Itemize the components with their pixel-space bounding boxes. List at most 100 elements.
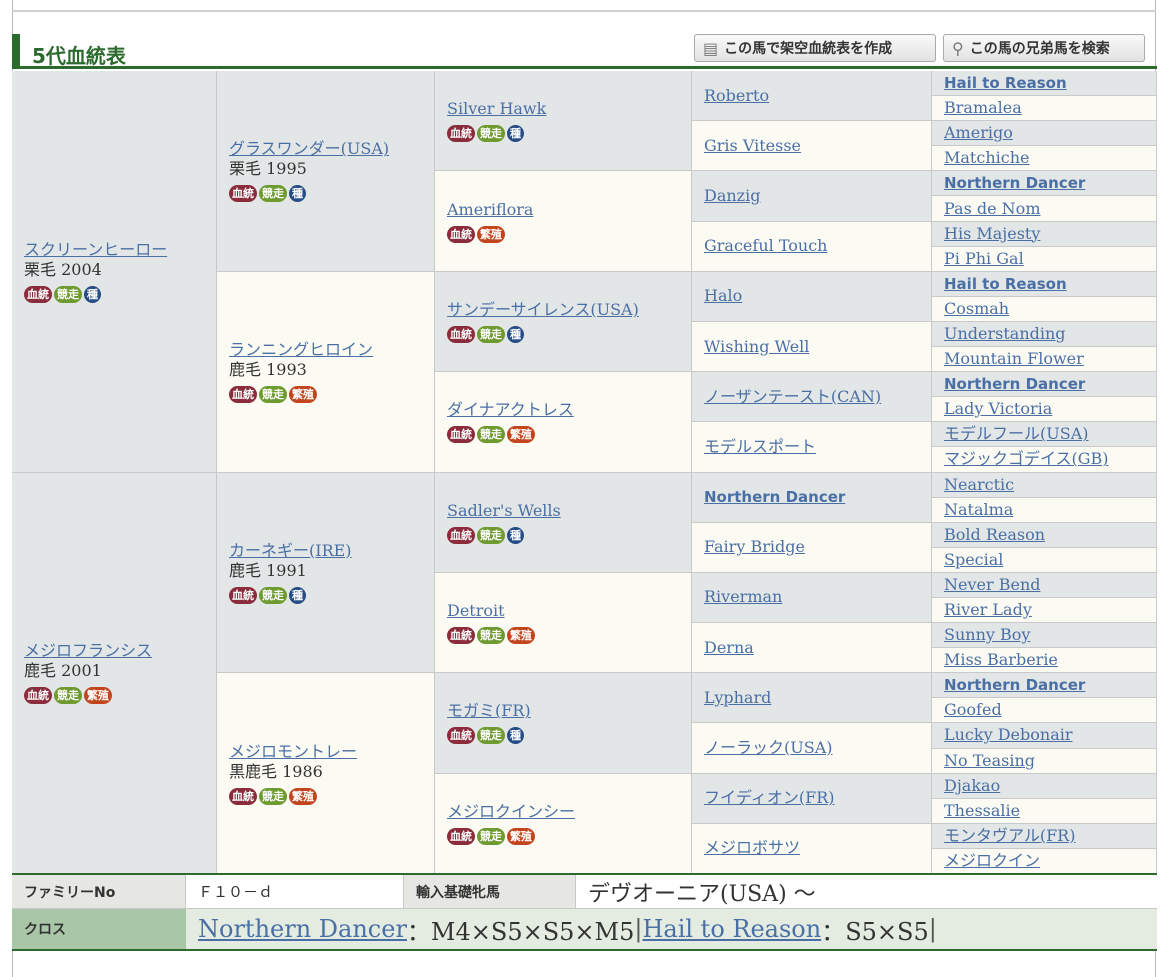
- badge-blood[interactable]: 血統: [447, 827, 475, 845]
- horse-link[interactable]: メジロクインシー: [447, 802, 679, 822]
- badge-blood[interactable]: 血統: [447, 325, 475, 343]
- badge-blood[interactable]: 血統: [447, 727, 475, 745]
- horse-link[interactable]: Djakao: [944, 776, 1000, 796]
- horse-link[interactable]: Halo: [704, 286, 742, 306]
- horse-link[interactable]: Detroit: [447, 601, 679, 621]
- badge-race[interactable]: 競走: [477, 325, 505, 343]
- create-fictional-pedigree-button[interactable]: ▤ この馬で架空血統表を作成: [694, 34, 936, 62]
- horse-link[interactable]: メジロクイン: [944, 851, 1040, 871]
- badge-race[interactable]: 競走: [259, 386, 287, 404]
- badge-blood[interactable]: 血統: [229, 185, 257, 203]
- badge-race[interactable]: 競走: [259, 586, 287, 604]
- badge-blood[interactable]: 血統: [447, 125, 475, 143]
- badge-breed[interactable]: 繁殖: [507, 627, 535, 645]
- badge-blood[interactable]: 血統: [24, 687, 52, 705]
- horse-link[interactable]: Bramalea: [944, 98, 1022, 118]
- badge-blood[interactable]: 血統: [447, 426, 475, 444]
- horse-link[interactable]: Hail to Reason: [944, 73, 1067, 93]
- horse-link[interactable]: Northern Dancer: [944, 374, 1085, 394]
- badge-race[interactable]: 競走: [477, 125, 505, 143]
- badge-sire[interactable]: 種: [507, 125, 524, 143]
- horse-link[interactable]: スクリーンヒーロー: [24, 240, 204, 260]
- horse-link[interactable]: Gris Vitesse: [704, 136, 801, 156]
- search-siblings-button[interactable]: ⚲ この馬の兄弟馬を検索: [943, 34, 1145, 62]
- horse-link[interactable]: ノーザンテースト(CAN): [704, 387, 881, 407]
- horse-link[interactable]: River Lady: [944, 600, 1032, 620]
- horse-link[interactable]: Northern Dancer: [704, 487, 845, 507]
- horse-link[interactable]: メジロフランシス: [24, 641, 204, 661]
- badge-sire[interactable]: 種: [507, 325, 524, 343]
- horse-link[interactable]: Sunny Boy: [944, 625, 1030, 645]
- badge-breed[interactable]: 繁殖: [507, 426, 535, 444]
- badge-blood[interactable]: 血統: [229, 787, 257, 805]
- horse-link[interactable]: ノーラック(USA): [704, 738, 833, 758]
- horse-link[interactable]: モデルスポート: [704, 437, 816, 457]
- badge-breed[interactable]: 繁殖: [507, 827, 535, 845]
- badge-race[interactable]: 競走: [259, 787, 287, 805]
- horse-link[interactable]: Nearctic: [944, 475, 1014, 495]
- horse-link[interactable]: Understanding: [944, 324, 1066, 344]
- horse-link[interactable]: Bold Reason: [944, 525, 1045, 545]
- horse-link[interactable]: Miss Barberie: [944, 650, 1058, 670]
- horse-link[interactable]: Thessalie: [944, 801, 1020, 821]
- horse-link[interactable]: モンタヴアル(FR): [944, 826, 1075, 846]
- cross-horse-link[interactable]: Hail to Reason: [642, 915, 821, 943]
- badge-breed[interactable]: 繁殖: [289, 386, 317, 404]
- badge-race[interactable]: 競走: [477, 426, 505, 444]
- horse-link[interactable]: Roberto: [704, 86, 769, 106]
- badge-race[interactable]: 競走: [477, 627, 505, 645]
- horse-link[interactable]: Amerigo: [944, 123, 1013, 143]
- horse-link[interactable]: モデルフール(USA): [944, 424, 1089, 444]
- horse-link[interactable]: Matchiche: [944, 148, 1029, 168]
- horse-link[interactable]: Natalma: [944, 500, 1013, 520]
- horse-link[interactable]: Hail to Reason: [944, 274, 1067, 294]
- badge-sire[interactable]: 種: [289, 586, 306, 604]
- badge-sire[interactable]: 種: [289, 185, 306, 203]
- horse-link[interactable]: Mountain Flower: [944, 349, 1084, 369]
- horse-link[interactable]: Sadler's Wells: [447, 501, 679, 521]
- badge-blood[interactable]: 血統: [229, 586, 257, 604]
- horse-link[interactable]: Northern Dancer: [944, 675, 1085, 695]
- horse-link[interactable]: Lady Victoria: [944, 399, 1052, 419]
- badge-breed[interactable]: 繁殖: [289, 787, 317, 805]
- badge-sire[interactable]: 種: [507, 727, 524, 745]
- badge-breed[interactable]: 繁殖: [84, 687, 112, 705]
- horse-link[interactable]: メジロボサツ: [704, 838, 800, 858]
- horse-link[interactable]: Pas de Nom: [944, 199, 1040, 219]
- horse-link[interactable]: カーネギー(IRE): [229, 541, 422, 561]
- horse-link[interactable]: モガミ(FR): [447, 701, 679, 721]
- badge-blood[interactable]: 血統: [447, 627, 475, 645]
- badge-blood[interactable]: 血統: [447, 526, 475, 544]
- horse-link[interactable]: Riverman: [704, 587, 782, 607]
- horse-link[interactable]: No Teasing: [944, 751, 1035, 771]
- horse-link[interactable]: Never Bend: [944, 575, 1040, 595]
- horse-link[interactable]: Fairy Bridge: [704, 537, 805, 557]
- badge-blood[interactable]: 血統: [229, 386, 257, 404]
- horse-link[interactable]: Danzig: [704, 186, 760, 206]
- horse-link[interactable]: Goofed: [944, 700, 1002, 720]
- horse-link[interactable]: グラスワンダー(USA): [229, 139, 422, 159]
- badge-race[interactable]: 競走: [54, 687, 82, 705]
- horse-link[interactable]: Graceful Touch: [704, 236, 827, 256]
- horse-link[interactable]: Northern Dancer: [944, 173, 1085, 193]
- badge-race[interactable]: 競走: [259, 185, 287, 203]
- badge-sire[interactable]: 種: [84, 285, 101, 303]
- badge-sire[interactable]: 種: [507, 526, 524, 544]
- horse-link[interactable]: Pi Phi Gal: [944, 249, 1024, 269]
- horse-link[interactable]: マジックゴデイス(GB): [944, 449, 1109, 469]
- badge-race[interactable]: 競走: [477, 526, 505, 544]
- horse-link[interactable]: Silver Hawk: [447, 99, 679, 119]
- badge-blood[interactable]: 血統: [24, 285, 52, 303]
- horse-link[interactable]: Lyphard: [704, 688, 771, 708]
- horse-link[interactable]: His Majesty: [944, 224, 1040, 244]
- cross-horse-link[interactable]: Northern Dancer: [198, 915, 407, 943]
- badge-blood[interactable]: 血統: [447, 225, 475, 243]
- horse-link[interactable]: サンデーサイレンス(USA): [447, 300, 679, 320]
- badge-race[interactable]: 競走: [54, 285, 82, 303]
- horse-link[interactable]: Derna: [704, 638, 754, 658]
- badge-race[interactable]: 競走: [477, 727, 505, 745]
- horse-link[interactable]: Lucky Debonair: [944, 725, 1073, 745]
- horse-link[interactable]: ダイナアクトレス: [447, 400, 679, 420]
- horse-link[interactable]: フイディオン(FR): [704, 788, 835, 808]
- badge-breed[interactable]: 繁殖: [477, 225, 505, 243]
